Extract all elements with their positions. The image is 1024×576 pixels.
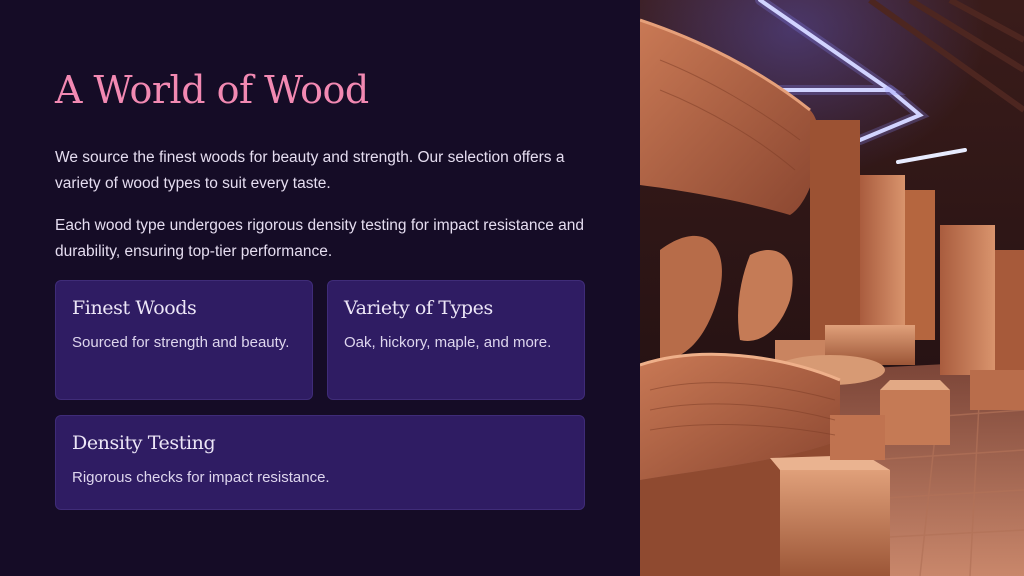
card-text: Oak, hickory, maple, and more. [344, 334, 552, 351]
card-text: Sourced for strength and beauty. [72, 334, 290, 351]
card-title: Variety of Types [344, 297, 493, 319]
card-density-testing: Density Testing Rigorous checks for impa… [55, 415, 585, 510]
card-finest-woods: Finest Woods Sourced for strength and be… [55, 280, 313, 400]
slide: A World of Wood We source the finest woo… [0, 0, 1024, 576]
intro-paragraph: We source the finest woods for beauty an… [55, 149, 565, 192]
testing-paragraph: Each wood type undergoes rigorous densit… [55, 217, 585, 260]
content-panel: A World of Wood We source the finest woo… [0, 0, 640, 576]
card-text: Rigorous checks for impact resistance. [72, 469, 330, 486]
card-title: Density Testing [72, 432, 216, 454]
slide-title: A World of Wood [55, 68, 369, 112]
card-variety-of-types: Variety of Types Oak, hickory, maple, an… [327, 280, 585, 400]
wood-showroom-image [640, 0, 1024, 576]
card-title: Finest Woods [72, 297, 197, 319]
